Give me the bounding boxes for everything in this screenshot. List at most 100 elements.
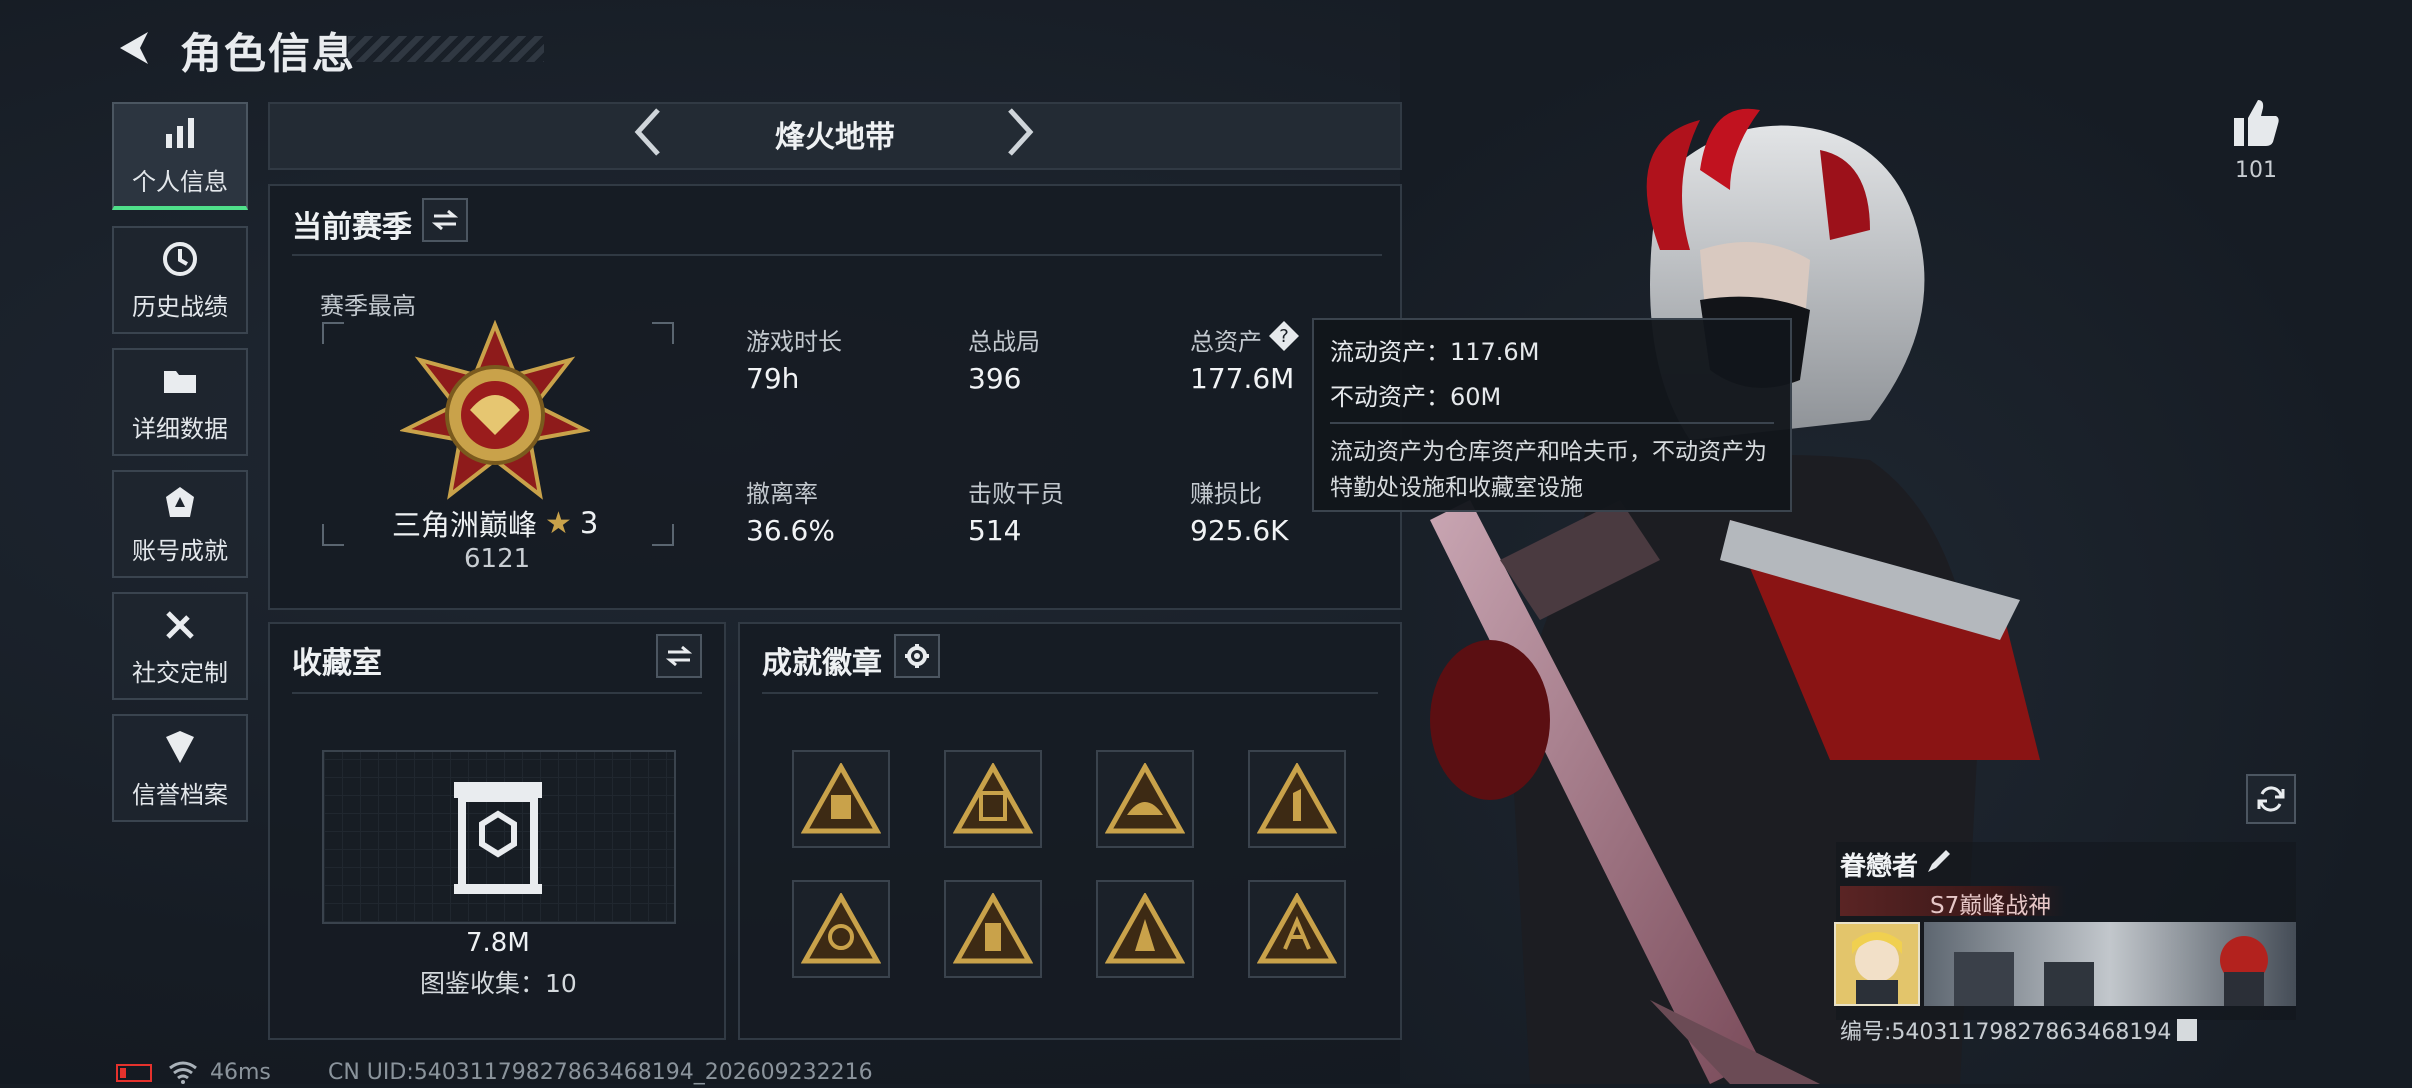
thumbs-up-icon — [2234, 100, 2279, 146]
divider — [762, 692, 1378, 694]
page-title: 角色信息 — [180, 29, 357, 78]
next-mode-button[interactable] — [1004, 104, 1038, 171]
prev-mode-button[interactable] — [630, 104, 664, 171]
badge-icon — [1257, 763, 1337, 834]
namecard-banner[interactable] — [1924, 922, 2296, 1006]
frame-corner — [652, 322, 674, 344]
stat-label: 击败干员 — [968, 480, 1064, 508]
player-id: 编号:540311798278634681​94 — [1840, 1020, 2172, 1045]
svg-text:?: ? — [1279, 326, 1289, 347]
rank-stars: 3 — [579, 506, 599, 540]
like-count: 101 — [2235, 158, 2277, 183]
sidebar-item-detailed-data[interactable]: 详细数据 — [112, 348, 248, 456]
badge-icon — [801, 893, 881, 964]
tooltip-note: 流动资产为仓库资产和哈夫币，不动资产为特勤处设施和收藏室设施 — [1330, 422, 1774, 506]
rank-score: 6121 — [464, 544, 531, 574]
ping-value: 46ms — [210, 1060, 271, 1085]
achievement-badge[interactable] — [944, 750, 1042, 848]
achievement-icon — [166, 486, 194, 517]
like-button[interactable] — [2228, 96, 2282, 154]
achievement-badge[interactable] — [1096, 880, 1194, 978]
stat-label: 撤离率 — [746, 480, 818, 508]
banner-image — [1954, 936, 2268, 1006]
tooltip-liquid-assets: 流动资产：117.6M — [1330, 338, 1540, 366]
sidebar-item-personal-info[interactable]: 个人信息 — [112, 102, 248, 210]
achievement-badge[interactable] — [1096, 750, 1194, 848]
chevron-left-icon — [634, 108, 660, 156]
badge-icon — [1105, 763, 1185, 834]
back-button[interactable] — [112, 26, 156, 70]
stat-value: 79h — [746, 362, 800, 395]
tools-icon — [166, 610, 194, 639]
frame-corner — [652, 524, 674, 546]
vault-icon — [450, 778, 546, 900]
stat-label: 游戏时长 — [746, 328, 842, 356]
question-icon: ? — [1269, 321, 1299, 351]
asset-tooltip: 流动资产：117.6M 不动资产：60M 流动资产为仓库资产和哈夫币，不动资产为… — [1312, 318, 1792, 512]
stat-value: 177.6M — [1190, 362, 1295, 395]
achievement-badge[interactable] — [1248, 880, 1346, 978]
stat-value: 514 — [968, 514, 1022, 547]
pencil-icon — [1928, 850, 1950, 872]
sidebar-item-label: 社交定制 — [132, 658, 228, 687]
badge-icon — [801, 763, 881, 834]
mode-title: 烽火地带 — [775, 120, 895, 155]
player-name: 眷戀者 — [1840, 852, 1919, 882]
stat-label: 赚损比 — [1190, 480, 1262, 508]
gear-icon — [905, 644, 929, 668]
stat-label: 总战局 — [968, 328, 1040, 356]
collection-title: 收藏室 — [292, 646, 382, 681]
copy-icon[interactable] — [2177, 1019, 2198, 1041]
season-switch-button[interactable] — [422, 198, 468, 242]
sidebar-item-achievements[interactable]: 账号成就 — [112, 470, 248, 578]
clock-icon — [163, 241, 197, 276]
sidebar-item-label: 个人信息 — [132, 167, 228, 196]
help-button[interactable]: ? — [1268, 320, 1300, 352]
sidebar-item-history[interactable]: 历史战绩 — [112, 226, 248, 334]
achievement-badge[interactable] — [792, 880, 890, 978]
rank-name-row: 三角洲巅峰 ★ 3 — [392, 502, 598, 544]
achievement-badge[interactable] — [1248, 750, 1346, 848]
frame-corner — [322, 524, 344, 546]
achievement-badge[interactable] — [944, 880, 1042, 978]
divider — [292, 692, 702, 694]
badge-icon — [1105, 893, 1185, 964]
badges-settings-button[interactable] — [894, 634, 940, 678]
collection-value: 7.8M — [466, 928, 530, 958]
sidebar-item-label: 账号成就 — [132, 536, 228, 565]
badge-icon — [953, 893, 1033, 964]
avatar[interactable] — [1834, 922, 1920, 1006]
tooltip-fixed-assets: 不动资产：60M — [1330, 383, 1502, 411]
divider — [292, 254, 1382, 256]
season-title: 当前赛季 — [292, 210, 412, 245]
stat-value: 36.6% — [746, 514, 835, 547]
swap-icon — [666, 645, 692, 667]
chevron-right-icon — [1008, 108, 1034, 156]
season-best-label: 赛季最高 — [320, 292, 416, 320]
rank-emblem-icon — [398, 319, 592, 500]
shield-icon — [166, 730, 194, 763]
title-decoration — [348, 36, 544, 62]
star-icon: ★ — [545, 505, 572, 541]
edit-name-button[interactable] — [1924, 846, 1954, 880]
uid-text: CN UID:5403117982786346819​4_20260923221… — [328, 1060, 873, 1085]
refresh-button[interactable] — [2246, 774, 2296, 824]
stat-value: 396 — [968, 362, 1022, 395]
bar-chart-icon — [166, 117, 194, 148]
frame-corner — [322, 322, 344, 344]
sidebar-item-social-custom[interactable]: 社交定制 — [112, 592, 248, 700]
catalog-count: 图鉴收集：10 — [420, 969, 577, 998]
sidebar-item-label: 信誉档案 — [132, 780, 228, 809]
badge-icon — [1257, 893, 1337, 964]
sidebar-item-label: 详细数据 — [132, 414, 228, 443]
player-id-row: 编号:540311798278634681​94 — [1840, 1014, 2198, 1046]
stat-label: 总资产 — [1190, 328, 1262, 356]
achievement-badge[interactable] — [792, 750, 890, 848]
badges-title: 成就徽章 — [762, 646, 882, 681]
rank-name: 三角洲巅峰 — [392, 508, 538, 542]
sidebar-item-reputation[interactable]: 信誉档案 — [112, 714, 248, 822]
refresh-icon — [2257, 786, 2285, 812]
collection-switch-button[interactable] — [656, 634, 702, 678]
back-arrow-icon — [120, 32, 148, 64]
battery-icon — [116, 1064, 152, 1082]
